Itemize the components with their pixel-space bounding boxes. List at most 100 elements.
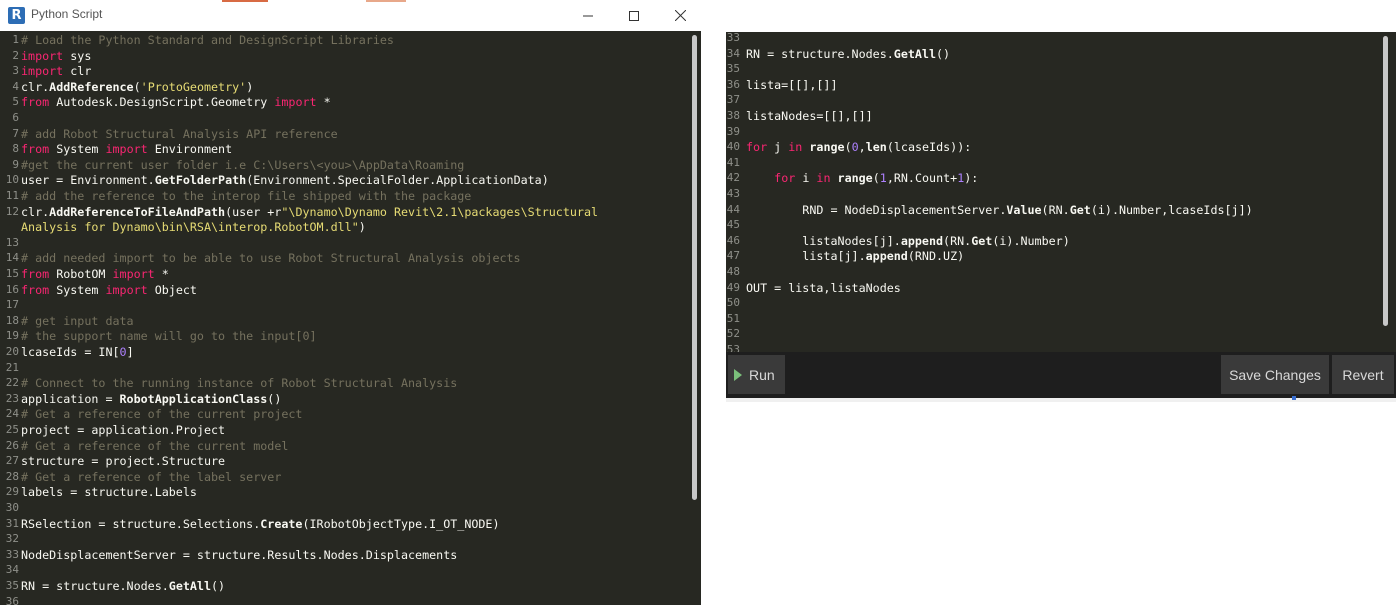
code-line[interactable]: 42 for i in range(1,RN.Count+1):	[726, 170, 1396, 186]
code-line[interactable]: 49 OUT = lista,listaNodes	[726, 280, 1396, 296]
title-bar[interactable]: R Python Script	[0, 0, 701, 32]
code-line[interactable]: 19 # the support name will go to the inpu…	[0, 328, 701, 344]
code-line[interactable]: 33 NodeDisplacementServer = structure.Res…	[0, 547, 701, 563]
code-line[interactable]: 3 import clr	[0, 63, 701, 79]
code-line[interactable]: 10 user = Environment.GetFolderPath(Envir…	[0, 172, 701, 188]
code-line[interactable]: 11 # add the reference to the interop fil…	[0, 188, 701, 204]
code-line[interactable]: 20 lcaseIds = IN[0]	[0, 344, 701, 360]
code-line[interactable]: 1 # Load the Python Standard and DesignSc…	[0, 32, 701, 48]
code-line[interactable]: 13	[0, 235, 701, 251]
code-line[interactable]: 25 project = application.Project	[0, 422, 701, 438]
code-text: # the support name will go to the input[…	[21, 328, 317, 344]
run-button[interactable]: Run	[728, 355, 785, 394]
revert-button[interactable]: Revert	[1332, 355, 1394, 394]
code-line[interactable]: 36 lista=[[],[]]	[726, 77, 1396, 93]
code-line[interactable]: 51	[726, 311, 1396, 327]
code-line[interactable]: 40 for j in range(0,len(lcaseIds)):	[726, 139, 1396, 155]
code-token: RN = structure.Nodes.	[746, 46, 894, 61]
code-line[interactable]: 17	[0, 297, 701, 313]
code-line[interactable]: 18 # get input data	[0, 313, 701, 329]
code-line[interactable]: 2 import sys	[0, 48, 701, 64]
code-line[interactable]: 37	[726, 92, 1396, 108]
maximize-button[interactable]	[611, 0, 657, 31]
code-line[interactable]: 5 from Autodesk.DesignScript.Geometry imp…	[0, 94, 701, 110]
line-number: 49	[726, 280, 740, 294]
line-number: 9	[12, 157, 19, 171]
code-line[interactable]: 47 lista[j].append(RND.UZ)	[726, 248, 1396, 264]
minimize-button[interactable]	[565, 0, 611, 31]
code-token: 0	[119, 345, 127, 359]
editor-scrollbar-thumb[interactable]	[1383, 36, 1388, 326]
code-token: (lcaseIds)):	[886, 140, 972, 155]
code-token: 1	[879, 171, 887, 186]
line-number: 26	[5, 438, 19, 452]
code-line[interactable]: 34	[0, 562, 701, 578]
code-line[interactable]: 43	[726, 186, 1396, 202]
code-editor[interactable]: 33 34 RN = structure.Nodes.GetAll() 35 36 lis…	[726, 32, 1396, 352]
code-line[interactable]: 26 # Get a reference of the current model	[0, 438, 701, 454]
code-line[interactable]: 15 from RobotOM import *	[0, 266, 701, 282]
code-line[interactable]: 34 RN = structure.Nodes.GetAll()	[726, 46, 1396, 62]
code-text: RN = structure.Nodes.GetAll()	[21, 578, 225, 594]
code-token: Get	[1069, 202, 1091, 217]
code-line[interactable]: 21	[0, 360, 701, 376]
code-line[interactable]: 31 RSelection = structure.Selections.Crea…	[0, 516, 701, 532]
code-token: NodeDisplacementServer = structure.Resul…	[21, 547, 458, 562]
code-line[interactable]: 24 # Get a reference of the current proje…	[0, 406, 701, 422]
line-number: 16	[5, 282, 19, 296]
code-line[interactable]: 35	[726, 61, 1396, 77]
code-token: Analysis for Dynamo\bin\RSA\interop.Robo…	[21, 220, 359, 235]
code-text: application = RobotApplicationClass()	[21, 391, 281, 407]
code-line[interactable]: 7 # add Robot Structural Analysis API ref…	[0, 126, 701, 142]
code-line[interactable]: 50	[726, 295, 1396, 311]
code-line[interactable]: 44 RND = NodeDisplacementServer.Value(RN…	[726, 202, 1396, 218]
code-line[interactable]: 45	[726, 217, 1396, 233]
code-line[interactable]: 39	[726, 124, 1396, 140]
code-text: # Get a reference of the current project	[21, 406, 302, 422]
code-text: lista=[[],[]]	[746, 77, 837, 93]
code-line[interactable]: 23 application = RobotApplicationClass()	[0, 391, 701, 407]
code-token: (IRobotObjectType.I_OT_NODE)	[302, 516, 500, 531]
code-token: GetAll	[893, 46, 937, 61]
code-token: j	[767, 140, 789, 155]
code-line[interactable]: 33	[726, 32, 1396, 46]
code-line[interactable]: 9 #get the current user folder i.e C:\Use…	[0, 157, 701, 173]
code-token: i	[795, 171, 817, 186]
code-line[interactable]: 53	[726, 342, 1396, 352]
code-token: (RND.UZ)	[907, 249, 965, 264]
code-line[interactable]: 48	[726, 264, 1396, 280]
code-line[interactable]: 28 # Get a reference of the label server	[0, 469, 701, 485]
code-token: ]	[126, 345, 134, 359]
code-text: labels = structure.Labels	[21, 484, 197, 500]
code-token: clr	[63, 64, 92, 79]
code-line[interactable]: 38 listaNodes=[[],[]]	[726, 108, 1396, 124]
code-line[interactable]: 22 # Connect to the running instance of R…	[0, 375, 701, 391]
code-line[interactable]: 4 clr.AddReference('ProtoGeometry')	[0, 79, 701, 95]
code-line[interactable]: 52	[726, 326, 1396, 342]
code-line[interactable]: 29 labels = structure.Labels	[0, 484, 701, 500]
code-line[interactable]: 32	[0, 531, 701, 547]
line-number: 42	[726, 171, 740, 185]
python-script-window-scrolled: 33 34 RN = structure.Nodes.GetAll() 35 36 lis…	[726, 32, 1396, 398]
code-line[interactable]: 36	[0, 594, 701, 605]
code-line[interactable]: 8 from System import Environment	[0, 141, 701, 157]
editor-scrollbar-thumb[interactable]	[692, 35, 697, 500]
code-line[interactable]: 14 # add needed import to be able to use …	[0, 250, 701, 266]
code-token: # add needed import to be able to use Ro…	[21, 251, 521, 266]
code-line[interactable]: 12 clr.AddReferenceToFileAndPath(user +r"…	[0, 204, 701, 220]
code-line[interactable]: 30	[0, 500, 701, 516]
code-text: clr.AddReference('ProtoGeometry')	[21, 79, 253, 95]
close-button[interactable]	[657, 0, 703, 31]
code-line[interactable]: 27 structure = project.Structure	[0, 453, 701, 469]
code-token: from	[21, 282, 50, 297]
code-line[interactable]: 41	[726, 155, 1396, 171]
line-number: 40	[726, 140, 740, 154]
code-line[interactable]: 46 listaNodes[j].append(RN.Get(i).Number…	[726, 233, 1396, 249]
code-line[interactable]: 35 RN = structure.Nodes.GetAll()	[0, 578, 701, 594]
code-editor[interactable]: 1 # Load the Python Standard and DesignSc…	[0, 31, 701, 605]
code-line[interactable]: 6	[0, 110, 701, 126]
save-changes-button[interactable]: Save Changes	[1221, 355, 1329, 394]
code-token: lista=[[],[]]	[746, 77, 838, 92]
code-line[interactable]: 16 from System import Object	[0, 282, 701, 298]
code-line[interactable]: Analysis for Dynamo\bin\RSA\interop.Robo…	[0, 219, 701, 235]
